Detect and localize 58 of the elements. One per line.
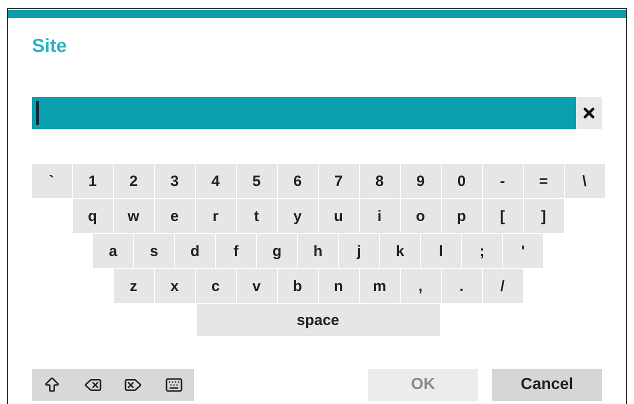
keyboard-key[interactable]: ' bbox=[503, 234, 543, 268]
keyboard-icon bbox=[164, 376, 183, 394]
text-field[interactable] bbox=[32, 97, 576, 129]
keyboard-key[interactable]: / bbox=[482, 269, 522, 303]
keyboard-key[interactable]: n bbox=[318, 269, 358, 303]
keyboard-key[interactable]: j bbox=[339, 234, 379, 268]
keyboard-key[interactable]: 4 bbox=[196, 164, 236, 198]
keyboard-key[interactable]: v bbox=[236, 269, 276, 303]
keyboard-key[interactable]: 9 bbox=[400, 164, 440, 198]
keyboard-key[interactable]: 5 bbox=[236, 164, 276, 198]
text-cursor bbox=[36, 101, 39, 125]
keyboard-key[interactable]: 7 bbox=[318, 164, 358, 198]
dialog-title: Site bbox=[32, 36, 68, 59]
keyboard-key[interactable]: l bbox=[421, 234, 461, 268]
delete-icon bbox=[124, 376, 142, 394]
keyboard-key[interactable]: q bbox=[72, 199, 112, 233]
keyboard-key[interactable]: ] bbox=[524, 199, 564, 233]
keyboard-key[interactable]: c bbox=[196, 269, 236, 303]
backspace-icon bbox=[84, 376, 102, 394]
keyboard-key[interactable]: f bbox=[216, 234, 256, 268]
keyboard-key[interactable]: i bbox=[360, 199, 400, 233]
keyboard-key[interactable]: g bbox=[257, 234, 297, 268]
keyboard-key[interactable]: - bbox=[482, 164, 522, 198]
keyboard-key[interactable]: s bbox=[134, 234, 174, 268]
keyboard-key[interactable]: u bbox=[318, 199, 358, 233]
dialog-button[interactable]: Cancel bbox=[492, 369, 602, 401]
keyboard-key[interactable]: ; bbox=[462, 234, 502, 268]
keyboard-key[interactable]: d bbox=[175, 234, 215, 268]
up-arrow-icon bbox=[43, 376, 62, 394]
keyboard-key[interactable]: [ bbox=[482, 199, 522, 233]
keyboard-key[interactable]: 8 bbox=[360, 164, 400, 198]
keyboard-key[interactable]: r bbox=[196, 199, 236, 233]
keyboard-key[interactable]: w bbox=[114, 199, 154, 233]
keyboard-key[interactable]: = bbox=[524, 164, 564, 198]
keyboard-key[interactable]: x bbox=[154, 269, 194, 303]
keyboard-key[interactable]: b bbox=[278, 269, 318, 303]
space-key[interactable]: space bbox=[196, 304, 440, 336]
keyboard-key[interactable]: o bbox=[400, 199, 440, 233]
keyboard-key[interactable]: h bbox=[298, 234, 338, 268]
keyboard-key[interactable]: . bbox=[442, 269, 482, 303]
close-icon bbox=[581, 105, 597, 121]
keyboard-key[interactable]: k bbox=[380, 234, 420, 268]
keyboard-key[interactable]: m bbox=[360, 269, 400, 303]
close-button[interactable] bbox=[576, 97, 602, 129]
keyboard-key[interactable]: 6 bbox=[278, 164, 318, 198]
keyboard-key[interactable]: 3 bbox=[154, 164, 194, 198]
keyboard-key[interactable]: 0 bbox=[442, 164, 482, 198]
keyboard-key[interactable]: z bbox=[114, 269, 154, 303]
keyboard-key[interactable]: p bbox=[442, 199, 482, 233]
keyboard-key[interactable]: 1 bbox=[72, 164, 112, 198]
keyboard-key[interactable]: 2 bbox=[114, 164, 154, 198]
keyboard-key[interactable]: a bbox=[93, 234, 133, 268]
keyboard-key[interactable]: e bbox=[154, 199, 194, 233]
keyboard-key[interactable]: ` bbox=[32, 164, 72, 198]
keyboard-key[interactable]: \ bbox=[564, 164, 604, 198]
keyboard-key[interactable]: t bbox=[236, 199, 276, 233]
keyboard-key[interactable]: , bbox=[400, 269, 440, 303]
keyboard-key[interactable]: y bbox=[278, 199, 318, 233]
